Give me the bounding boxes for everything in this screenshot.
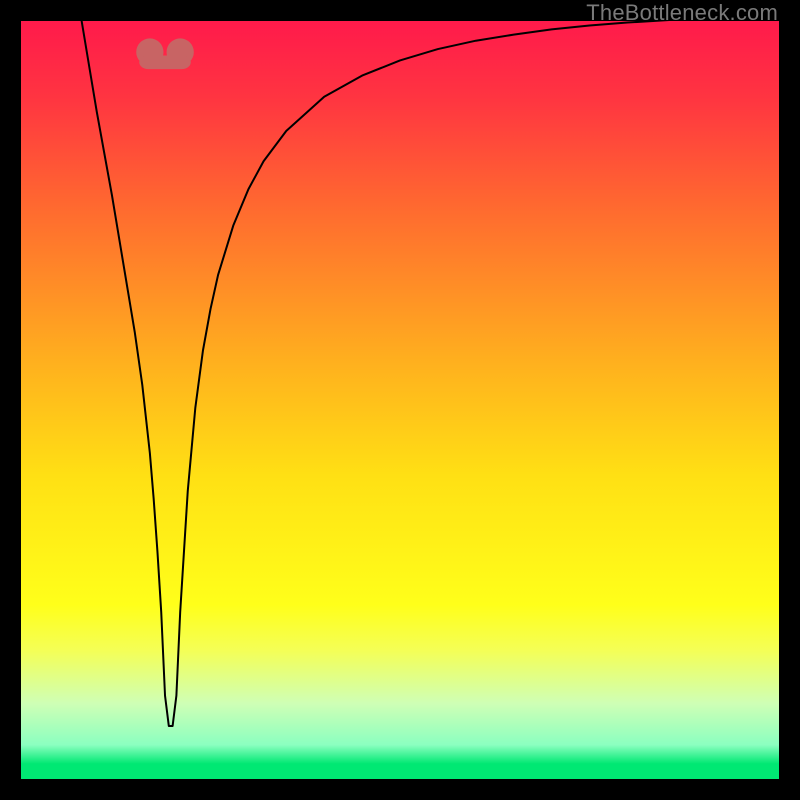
- chart-frame: TheBottleneck.com: [0, 0, 800, 800]
- heat-gradient-background: [21, 21, 779, 779]
- watermark-text: TheBottleneck.com: [586, 0, 778, 26]
- chart-plot: [21, 21, 779, 779]
